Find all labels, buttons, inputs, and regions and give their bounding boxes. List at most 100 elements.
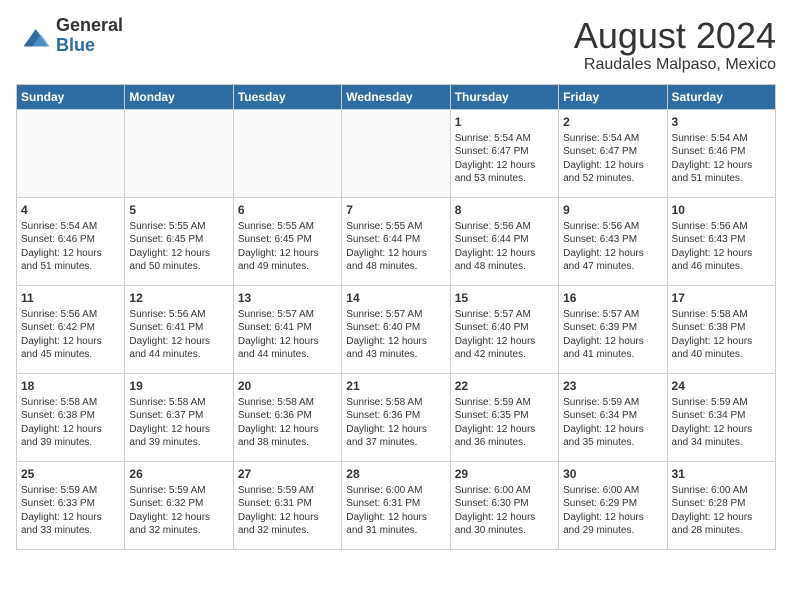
day-info: Sunrise: 6:00 AMSunset: 6:31 PMDaylight:…: [346, 484, 445, 538]
header-cell-friday: Friday: [559, 84, 667, 109]
week-row-1: 1 Sunrise: 5:54 AMSunset: 6:47 PMDaylight…: [17, 109, 776, 197]
day-number: 28: [346, 466, 445, 482]
day-info: Sunrise: 5:56 AMSunset: 6:42 PMDaylight:…: [21, 308, 120, 362]
week-row-3: 11 Sunrise: 5:56 AMSunset: 6:42 PMDayligh…: [17, 285, 776, 373]
day-number: 18: [21, 378, 120, 394]
day-info: Sunrise: 5:55 AMSunset: 6:45 PMDaylight:…: [238, 220, 337, 274]
day-cell: 16 Sunrise: 5:57 AMSunset: 6:39 PMDayligh…: [559, 285, 667, 373]
day-info: Sunrise: 5:59 AMSunset: 6:31 PMDaylight:…: [238, 484, 337, 538]
header-cell-monday: Monday: [125, 84, 233, 109]
day-cell: [125, 109, 233, 197]
day-cell: 17Sunrise: 5:58 AMSunset: 6:38 PMDayligh…: [667, 285, 775, 373]
week-row-2: 4 Sunrise: 5:54 AMSunset: 6:46 PMDaylight…: [17, 197, 776, 285]
header-cell-wednesday: Wednesday: [342, 84, 450, 109]
day-number: 12: [129, 290, 228, 306]
day-number: 3: [672, 114, 771, 130]
header-cell-saturday: Saturday: [667, 84, 775, 109]
day-info: Sunrise: 5:54 AMSunset: 6:46 PMDaylight:…: [21, 220, 120, 274]
day-cell: 3 Sunrise: 5:54 AMSunset: 6:46 PMDaylight…: [667, 109, 775, 197]
day-info: Sunrise: 6:00 AMSunset: 6:29 PMDaylight:…: [563, 484, 662, 538]
day-info: Sunrise: 6:00 AMSunset: 6:30 PMDaylight:…: [455, 484, 554, 538]
day-number: 27: [238, 466, 337, 482]
day-number: 7: [346, 202, 445, 218]
day-number: 24: [672, 378, 771, 394]
day-info: Sunrise: 5:57 AMSunset: 6:39 PMDaylight:…: [563, 308, 662, 362]
day-number: 2: [563, 114, 662, 130]
day-number: 19: [129, 378, 228, 394]
day-cell: 29 Sunrise: 6:00 AMSunset: 6:30 PMDayligh…: [450, 461, 558, 549]
day-info: Sunrise: 5:59 AMSunset: 6:35 PMDaylight:…: [455, 396, 554, 450]
day-info: Sunrise: 5:58 AMSunset: 6:38 PMDaylight:…: [672, 308, 771, 362]
day-info: Sunrise: 5:56 AMSunset: 6:43 PMDaylight:…: [672, 220, 771, 274]
header-cell-sunday: Sunday: [17, 84, 125, 109]
day-number: 20: [238, 378, 337, 394]
day-cell: 11 Sunrise: 5:56 AMSunset: 6:42 PMDayligh…: [17, 285, 125, 373]
day-cell: 13Sunrise: 5:57 AMSunset: 6:41 PMDayligh…: [233, 285, 341, 373]
day-info: Sunrise: 5:56 AMSunset: 6:44 PMDaylight:…: [455, 220, 554, 274]
day-number: 16: [563, 290, 662, 306]
day-cell: 6 Sunrise: 5:55 AMSunset: 6:45 PMDaylight…: [233, 197, 341, 285]
day-info: Sunrise: 5:57 AMSunset: 6:40 PMDaylight:…: [346, 308, 445, 362]
main-title: August 2024: [574, 16, 776, 56]
day-info: Sunrise: 5:59 AMSunset: 6:32 PMDaylight:…: [129, 484, 228, 538]
day-info: Sunrise: 5:55 AMSunset: 6:44 PMDaylight:…: [346, 220, 445, 274]
subtitle: Raudales Malpaso, Mexico: [574, 56, 776, 74]
header-row: SundayMondayTuesdayWednesdayThursdayFrid…: [17, 84, 776, 109]
day-info: Sunrise: 5:57 AMSunset: 6:40 PMDaylight:…: [455, 308, 554, 362]
day-cell: 31 Sunrise: 6:00 AMSunset: 6:28 PMDayligh…: [667, 461, 775, 549]
day-cell: 14 Sunrise: 5:57 AMSunset: 6:40 PMDayligh…: [342, 285, 450, 373]
day-number: 11: [21, 290, 120, 306]
day-cell: 22 Sunrise: 5:59 AMSunset: 6:35 PMDayligh…: [450, 373, 558, 461]
logo-text: GeneralBlue: [56, 16, 123, 56]
day-number: 5: [129, 202, 228, 218]
day-number: 1: [455, 114, 554, 130]
day-info: Sunrise: 5:58 AMSunset: 6:36 PMDaylight:…: [346, 396, 445, 450]
day-cell: [233, 109, 341, 197]
calendar-header: SundayMondayTuesdayWednesdayThursdayFrid…: [17, 84, 776, 109]
logo: GeneralBlue: [16, 16, 123, 56]
day-number: 6: [238, 202, 337, 218]
day-number: 30: [563, 466, 662, 482]
header-cell-thursday: Thursday: [450, 84, 558, 109]
day-number: 4: [21, 202, 120, 218]
day-number: 23: [563, 378, 662, 394]
day-info: Sunrise: 5:56 AMSunset: 6:43 PMDaylight:…: [563, 220, 662, 274]
day-info: Sunrise: 5:59 AMSunset: 6:34 PMDaylight:…: [672, 396, 771, 450]
day-cell: 28 Sunrise: 6:00 AMSunset: 6:31 PMDayligh…: [342, 461, 450, 549]
header-cell-tuesday: Tuesday: [233, 84, 341, 109]
day-cell: 12 Sunrise: 5:56 AMSunset: 6:41 PMDayligh…: [125, 285, 233, 373]
day-cell: 2Sunrise: 5:54 AMSunset: 6:47 PMDaylight…: [559, 109, 667, 197]
day-number: 21: [346, 378, 445, 394]
page-header: GeneralBlue August 2024 Raudales Malpaso…: [16, 16, 776, 74]
day-cell: 18Sunrise: 5:58 AMSunset: 6:38 PMDayligh…: [17, 373, 125, 461]
day-info: Sunrise: 5:54 AMSunset: 6:46 PMDaylight:…: [672, 132, 771, 186]
day-cell: 21 Sunrise: 5:58 AMSunset: 6:36 PMDayligh…: [342, 373, 450, 461]
day-number: 25: [21, 466, 120, 482]
day-cell: 5 Sunrise: 5:55 AMSunset: 6:45 PMDaylight…: [125, 197, 233, 285]
day-cell: 7 Sunrise: 5:55 AMSunset: 6:44 PMDaylight…: [342, 197, 450, 285]
logo-icon: [16, 22, 52, 50]
day-number: 26: [129, 466, 228, 482]
day-info: Sunrise: 5:58 AMSunset: 6:36 PMDaylight:…: [238, 396, 337, 450]
calendar-body: 1 Sunrise: 5:54 AMSunset: 6:47 PMDaylight…: [17, 109, 776, 549]
day-number: 22: [455, 378, 554, 394]
day-number: 14: [346, 290, 445, 306]
day-cell: 15Sunrise: 5:57 AMSunset: 6:40 PMDayligh…: [450, 285, 558, 373]
day-number: 13: [238, 290, 337, 306]
calendar-table: SundayMondayTuesdayWednesdayThursdayFrid…: [16, 84, 776, 550]
week-row-4: 18Sunrise: 5:58 AMSunset: 6:38 PMDayligh…: [17, 373, 776, 461]
day-info: Sunrise: 5:56 AMSunset: 6:41 PMDaylight:…: [129, 308, 228, 362]
day-number: 31: [672, 466, 771, 482]
day-cell: 25Sunrise: 5:59 AMSunset: 6:33 PMDayligh…: [17, 461, 125, 549]
day-cell: 8 Sunrise: 5:56 AMSunset: 6:44 PMDaylight…: [450, 197, 558, 285]
day-cell: [342, 109, 450, 197]
day-info: Sunrise: 5:58 AMSunset: 6:37 PMDaylight:…: [129, 396, 228, 450]
day-cell: 9Sunrise: 5:56 AMSunset: 6:43 PMDaylight…: [559, 197, 667, 285]
day-info: Sunrise: 5:55 AMSunset: 6:45 PMDaylight:…: [129, 220, 228, 274]
day-number: 8: [455, 202, 554, 218]
day-info: Sunrise: 6:00 AMSunset: 6:28 PMDaylight:…: [672, 484, 771, 538]
day-cell: 23Sunrise: 5:59 AMSunset: 6:34 PMDayligh…: [559, 373, 667, 461]
day-info: Sunrise: 5:54 AMSunset: 6:47 PMDaylight:…: [455, 132, 554, 186]
day-number: 29: [455, 466, 554, 482]
day-cell: 26 Sunrise: 5:59 AMSunset: 6:32 PMDayligh…: [125, 461, 233, 549]
